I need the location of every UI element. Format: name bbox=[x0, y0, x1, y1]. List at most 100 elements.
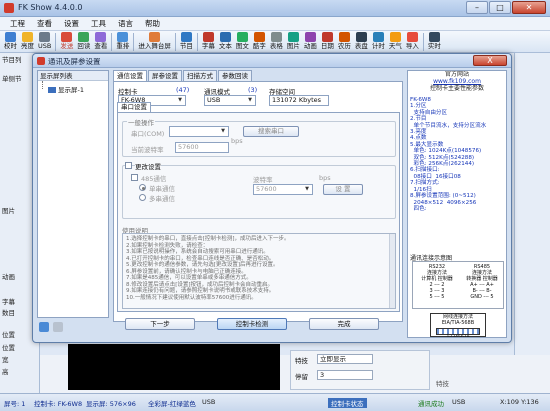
toolbar-icon bbox=[338, 32, 350, 42]
official-site-label: 官方网站 bbox=[444, 71, 469, 78]
effect-label-right: 特技 bbox=[436, 380, 449, 388]
effect-select[interactable]: 立即显示 bbox=[317, 354, 373, 364]
usage-scrollbar[interactable] bbox=[389, 234, 395, 308]
multi-serial-label: 多串通信 bbox=[149, 195, 175, 203]
comm-mode-select[interactable]: USB ▼ bbox=[204, 95, 256, 106]
toolbar-button-2[interactable]: USB bbox=[36, 31, 53, 53]
toolbar-button-10[interactable]: 文本 bbox=[217, 31, 234, 53]
toolbar-button-22[interactable]: 实时 bbox=[426, 31, 443, 53]
toolbar-icon bbox=[321, 32, 333, 42]
toolbar-button-11[interactable]: 图文 bbox=[234, 31, 251, 53]
toolbar-label: 导入 bbox=[405, 42, 419, 50]
menu-tools[interactable]: 工具 bbox=[91, 17, 106, 30]
toolbar-label: 酷字 bbox=[252, 42, 266, 50]
multi-serial-radio[interactable] bbox=[139, 194, 146, 201]
dialog-close-button[interactable]: X bbox=[473, 55, 507, 66]
title-bar: FK Show 4.4.0.0 – □ ✕ bbox=[0, 0, 550, 17]
toolbar-icon bbox=[39, 32, 51, 42]
toolbar-label: 回读 bbox=[77, 42, 91, 50]
rs485-checkbox[interactable] bbox=[131, 174, 138, 181]
left-label-height: 高 bbox=[2, 368, 9, 376]
toolbar-label: 实时 bbox=[427, 42, 441, 50]
toolbar-icon bbox=[287, 32, 299, 42]
single-serial-radio[interactable] bbox=[139, 184, 146, 191]
screen-icon bbox=[48, 87, 56, 93]
baud-select[interactable]: 57600 ▼ bbox=[253, 184, 313, 195]
toolbar-button-17[interactable]: 农历 bbox=[336, 31, 353, 53]
finish-button[interactable]: 完成 bbox=[309, 318, 379, 330]
maximize-button[interactable]: □ bbox=[489, 1, 511, 14]
toolbar-button-7[interactable]: 进入舞台屏 bbox=[136, 31, 173, 53]
menu-project[interactable]: 工程 bbox=[10, 17, 25, 30]
toolbar-button-13[interactable]: 表格 bbox=[268, 31, 285, 53]
toolbar-label: 查看 bbox=[94, 42, 108, 50]
toolbar-icon bbox=[270, 32, 282, 42]
toolbar-button-14[interactable]: 图片 bbox=[285, 31, 302, 53]
port-select[interactable]: ▼ bbox=[169, 126, 229, 137]
spec-line: 四色: bbox=[410, 205, 427, 212]
add-screen-icon[interactable] bbox=[39, 322, 49, 332]
menu-language[interactable]: 语言 bbox=[118, 17, 133, 30]
tab-screen-params[interactable]: 屏参设置 bbox=[148, 70, 182, 81]
toolbar-icon bbox=[236, 32, 248, 42]
tab-param-readback[interactable]: 参数回读 bbox=[218, 70, 252, 81]
toolbar-button-12[interactable]: 酷字 bbox=[251, 31, 268, 53]
rs485-row: GND --- 5 bbox=[470, 294, 494, 300]
chevron-down-icon: ▼ bbox=[305, 186, 309, 192]
toolbar-label: 节目 bbox=[179, 42, 193, 50]
toolbar-button-0[interactable]: 校时 bbox=[2, 31, 19, 53]
subtab-serial[interactable]: 串口设置 bbox=[117, 102, 151, 112]
toolbar-button-5[interactable]: 查看 bbox=[92, 31, 109, 53]
tab-scan-mode[interactable]: 扫描方式 bbox=[183, 70, 217, 81]
delete-screen-icon[interactable] bbox=[53, 322, 63, 332]
chevron-down-icon: ▼ bbox=[178, 97, 182, 103]
toolbar-separator bbox=[174, 33, 176, 51]
toolbar-button-9[interactable]: 字幕 bbox=[200, 31, 217, 53]
detect-controller-button[interactable]: 控制卡检测 bbox=[217, 318, 287, 330]
next-step-button[interactable]: 下一步 bbox=[125, 318, 195, 330]
toolbar-button-3[interactable]: 发送 bbox=[58, 31, 75, 53]
official-site-link[interactable]: www.fk109.com bbox=[408, 78, 506, 85]
toolbar-label: USB bbox=[38, 42, 52, 50]
toolbar-icon bbox=[22, 32, 33, 42]
status-color: 全彩屏-红绿蓝色 bbox=[148, 400, 196, 408]
toolbar-label: 天气 bbox=[388, 42, 402, 50]
settings-content: 通信设置 屏参设置 扫描方式 参数回读 控制卡 (47) FK-6W8 ▼ 通讯… bbox=[113, 70, 435, 322]
menu-view[interactable]: 查看 bbox=[37, 17, 52, 30]
toolbar-button-6[interactable]: 重排 bbox=[114, 31, 131, 53]
toolbar-button-1[interactable]: 亮度 bbox=[19, 31, 36, 53]
toolbar-button-21[interactable]: 导入 bbox=[404, 31, 421, 53]
screen-list-item[interactable]: 显示屏-1 bbox=[48, 84, 84, 94]
apply-settings-button[interactable]: 设 置 bbox=[323, 184, 363, 195]
search-port-button[interactable]: 搜索串口 bbox=[243, 126, 299, 137]
toolbar-button-15[interactable]: 动画 bbox=[302, 31, 319, 53]
close-button[interactable]: ✕ bbox=[512, 1, 546, 14]
stay-input[interactable]: 3 bbox=[317, 370, 373, 380]
dialog-title-bar: 通讯及屏参设置 X bbox=[33, 54, 511, 68]
menu-settings[interactable]: 设置 bbox=[64, 17, 79, 30]
toolbar-label: 动画 bbox=[303, 42, 317, 50]
stay-label: 停留 bbox=[295, 373, 308, 381]
comm-mode-count: (3) bbox=[248, 86, 258, 94]
rj45-pins-icon bbox=[436, 328, 480, 335]
left-label-pos-y: 位置 bbox=[2, 344, 15, 352]
net-pin-numbers: 12345678 bbox=[446, 335, 470, 338]
left-label-animation: 动画 bbox=[2, 273, 15, 281]
toolbar-icon bbox=[253, 32, 265, 42]
toolbar-button-20[interactable]: 天气 bbox=[387, 31, 404, 53]
toolbar-button-8[interactable]: 节目 bbox=[178, 31, 195, 53]
effect-form: 特技 立即显示 停留 3 bbox=[290, 350, 430, 390]
status-comm: 通讯成功 bbox=[418, 400, 444, 408]
minimize-button[interactable]: – bbox=[466, 1, 488, 14]
toolbar-button-4[interactable]: 回读 bbox=[75, 31, 92, 53]
toolbar-button-16[interactable]: 日期 bbox=[319, 31, 336, 53]
toolbar-button-19[interactable]: 计时 bbox=[370, 31, 387, 53]
toolbar-icon bbox=[428, 32, 440, 42]
toolbar-label: 日期 bbox=[320, 42, 334, 50]
change-settings-checkbox[interactable] bbox=[125, 162, 132, 169]
toolbar-button-18[interactable]: 表盘 bbox=[353, 31, 370, 53]
menu-help[interactable]: 帮助 bbox=[145, 17, 160, 30]
general-op-title: 一般操作 bbox=[127, 117, 155, 127]
toolbar-label: 进入舞台屏 bbox=[138, 42, 171, 50]
chevron-down-icon: ▼ bbox=[221, 128, 225, 134]
